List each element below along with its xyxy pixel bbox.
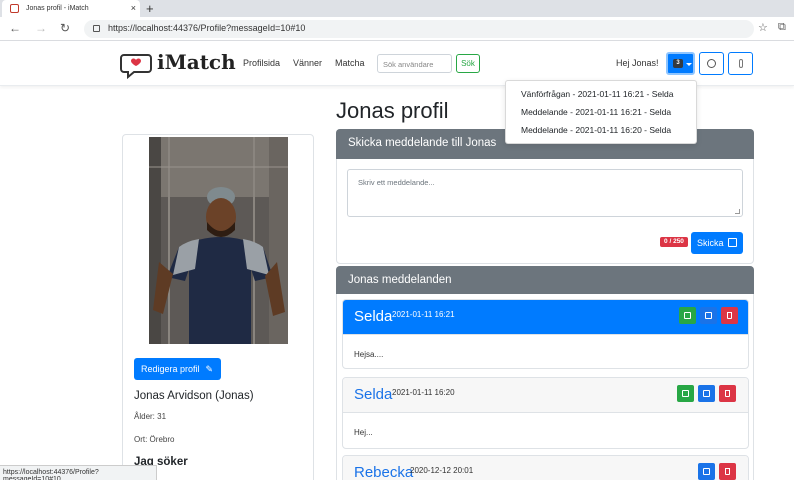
chat-heart-logo-icon[interactable] [120,49,156,79]
notifications-button[interactable]: 3 [666,52,695,75]
pencil-icon: ✎ [205,364,213,374]
edit-icon [703,390,710,397]
profile-full-name: Jonas Arvidson (Jonas) [134,390,254,402]
user-icon [707,59,716,68]
message-header: Selda 2021-01-11 16:20 [343,378,748,413]
message-sender[interactable]: Rebecka [354,464,413,480]
resize-handle-icon[interactable] [735,209,740,214]
caret-down-icon [686,63,692,66]
edit-icon [728,238,737,247]
message-item[interactable]: Selda 2021-01-11 16:20 Hej... [342,377,749,449]
message-sender[interactable]: Selda [354,386,392,403]
notification-item[interactable]: Meddelande - 2021-01-11 16:21 - Selda [521,107,671,117]
search-button[interactable]: Sök [456,54,480,73]
message-date: 2020-12-12 20:01 [410,466,474,475]
trash-icon [725,390,730,397]
nav-link-profilsida[interactable]: Profilsida [243,58,280,68]
notification-count-badge: 3 [673,59,683,68]
check-icon [684,312,691,319]
mark-read-button[interactable] [679,307,696,324]
new-tab-icon[interactable]: + [146,1,154,16]
message-textarea[interactable]: Skriv ett meddelande... [347,169,743,217]
trash-icon [727,312,732,319]
edit-icon [705,312,712,319]
character-counter-badge: 0 / 250 [660,237,688,247]
edit-message-button[interactable] [698,463,715,480]
message-body: Hej... [354,428,373,437]
search-input[interactable]: Sök användare [377,54,452,73]
url-field[interactable]: https://localhost:44376/Profile?messageI… [84,20,754,38]
send-button[interactable]: Skicka [691,232,743,254]
profile-button[interactable] [699,52,724,75]
edit-message-button[interactable] [698,385,715,402]
message-placeholder: Skriv ett meddelande... [358,178,435,187]
browser-tab-bar: Jonas profil - iMatch × + [0,0,794,17]
close-icon[interactable]: × [131,3,136,13]
mark-read-button[interactable] [677,385,694,402]
message-header: Rebecka 2020-12-12 20:01 [343,456,748,480]
check-icon [682,390,689,397]
favorites-icon[interactable]: ☆ [758,21,768,34]
url-text: https://localhost:44376/Profile?messageI… [108,23,306,33]
browser-status-bar: https://localhost:44376/Profile?messageI… [0,465,157,480]
profile-age: Ålder: 31 [134,412,167,421]
message-date: 2021-01-11 16:20 [392,388,455,397]
edit-icon [703,468,710,475]
address-bar-row: ← → ↻ https://localhost:44376/Profile?me… [0,17,794,41]
profile-city: Ort: Örebro [134,435,175,444]
reload-icon[interactable]: ↻ [60,21,70,35]
nav-link-vanner[interactable]: Vänner [293,58,322,68]
trash-icon [725,468,730,475]
nav-link-matcha[interactable]: Matcha [335,58,365,68]
notifications-dropdown: Vänförfrågan - 2021-01-11 16:21 - Selda … [505,80,697,144]
logout-button[interactable] [728,52,753,75]
message-header: Selda 2021-01-11 16:21 [343,300,748,335]
message-body: Hejsa.... [354,350,384,359]
notification-item[interactable]: Meddelande - 2021-01-11 16:20 - Selda [521,125,671,135]
greeting-text: Hej Jonas! [616,58,659,68]
browser-tab[interactable]: Jonas profil - iMatch × [2,0,140,17]
lock-icon [93,25,100,32]
edit-profile-button[interactable]: Redigera profil ✎ [134,358,221,380]
back-icon[interactable]: ← [9,21,21,35]
edit-profile-label: Redigera profil [141,364,200,374]
send-button-label: Skicka [697,238,724,248]
forward-icon[interactable]: → [35,21,47,35]
collections-icon[interactable]: ⧉ [778,21,786,34]
tab-title: Jonas profil - iMatch [26,5,89,12]
message-sender[interactable]: Selda [354,308,392,325]
page-title: Jonas profil [336,98,449,123]
delete-message-button[interactable] [719,385,736,402]
message-date: 2021-01-11 16:21 [392,310,455,319]
brand-name[interactable]: iMatch [157,50,236,74]
notification-item[interactable]: Vänförfrågan - 2021-01-11 16:21 - Selda [521,89,673,99]
message-item[interactable]: Selda 2021-01-11 16:21 Hejsa.... [342,299,749,369]
logout-icon [739,59,743,68]
profile-photo [149,137,288,344]
messages-header: Jonas meddelanden [336,266,754,294]
edit-message-button[interactable] [700,307,717,324]
delete-message-button[interactable] [721,307,738,324]
message-item[interactable]: Rebecka 2020-12-12 20:01 [342,455,749,480]
delete-message-button[interactable] [719,463,736,480]
tab-favicon-icon [10,4,19,13]
